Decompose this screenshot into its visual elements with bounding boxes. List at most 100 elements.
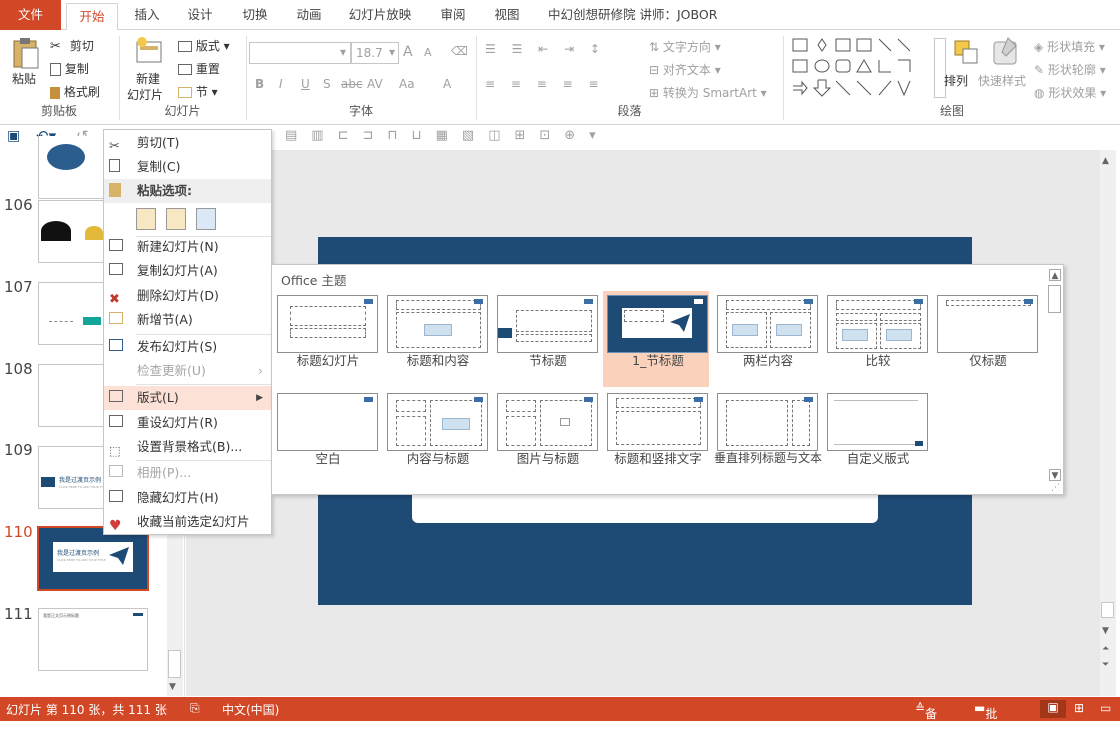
menu-publish-slides[interactable]: 发布幻灯片(S) [104,335,271,359]
gallery-scrollbar[interactable]: ▲ ▼ [1047,267,1063,484]
next-slide-arrow[interactable]: ⏷ [1102,660,1109,670]
grow-font-button[interactable]: A [403,44,413,60]
slide-thumbnail-111[interactable]: 我是正文页示例标题 [38,608,148,671]
tab-insert[interactable]: 插入 [130,0,164,30]
menu-new-slide[interactable]: 新建幻灯片(N) [104,235,271,259]
tab-animations[interactable]: 动画 [292,0,326,30]
paste-dest-theme-icon[interactable] [136,208,156,230]
layout-picture-caption[interactable]: 图片与标题 [493,389,599,485]
align-text-button[interactable]: ⊟ 对齐文本 ▾ [649,61,721,78]
editor-scrollbar[interactable]: ▲ ▼ ⏶ ⏷ [1100,150,1116,696]
scroll-down-arrow[interactable]: ▼ [169,682,176,692]
save-icon[interactable]: ▣ [7,128,20,144]
shapes-scroll[interactable] [934,38,946,98]
layout-title-vertical-text[interactable]: 标题和竖排文字 [603,389,709,485]
spellcheck-icon[interactable]: ⎘ [190,701,200,716]
scroll-thumb[interactable] [1101,602,1114,618]
menu-hide-slide[interactable]: 隐藏幻灯片(H) [104,486,271,510]
layout-custom[interactable]: 自定义版式 [823,389,929,485]
menu-photo-album[interactable]: 相册(P)... [104,461,271,485]
menu-favorite-slide[interactable]: ♥ 收藏当前选定幻灯片 [104,510,271,534]
shape-outline-button[interactable]: ✎ 形状轮廓 ▾ [1034,61,1106,78]
align-buttons[interactable]: ≡ ≡ ≡ ≡ ≡ [485,77,605,91]
tab-view[interactable]: 视图 [492,0,522,30]
menu-delete-slide[interactable]: ✖ 删除幻灯片(D) [104,284,271,308]
menu-cut[interactable]: ✂ 剪切(T) [104,131,271,155]
new-slide-label-line1[interactable]: 新建 [136,70,160,87]
shape-fill-button[interactable]: ◈ 形状填充 ▾ [1034,38,1105,55]
resize-grip-icon[interactable]: ⋰ [1051,483,1060,493]
text-direction-button[interactable]: ⇅ 文字方向 ▾ [649,38,721,55]
notes-button[interactable]: ≙ 备注 [915,701,937,738]
layout-content-caption[interactable]: 内容与标题 [383,389,489,485]
list-buttons[interactable]: ☰ ☰ ⇤ ⇥ ↕ [485,42,606,56]
reset-button[interactable]: 重置 [178,60,220,77]
bold-button[interactable]: B [255,77,264,91]
layout-1-section-header-selected[interactable]: 1_节标题 [603,291,709,387]
quick-styles-icon[interactable] [990,36,1020,68]
format-painter-button[interactable]: 格式刷 [50,83,100,100]
comments-button[interactable]: ▬ 批注 [974,701,997,738]
scroll-down-arrow[interactable]: ▼ [1049,469,1061,481]
arrange-button[interactable]: 排列 [944,72,968,89]
layout-button[interactable]: 版式 ▾ [178,37,230,54]
new-slide-label-line2[interactable]: 幻灯片 [127,86,163,103]
paste-picture-icon[interactable] [196,208,216,230]
menu-check-updates[interactable]: 检查更新(U) › [104,359,271,383]
paste-icon[interactable] [12,36,40,70]
font-color-button[interactable]: A [443,77,451,91]
layout-blank[interactable]: 空白 [273,389,379,485]
sorter-view-icon[interactable]: ⊞ [1074,701,1084,715]
paste-button[interactable]: 粘贴 [12,70,36,87]
layout-title-only[interactable]: 仅标题 [933,291,1039,387]
smartart-button[interactable]: ⊞ 转换为 SmartArt ▾ [649,84,767,101]
layout-section-header[interactable]: 节标题 [493,291,599,387]
layout-title-slide[interactable]: 标题幻灯片 [273,291,379,387]
underline-button[interactable]: U [301,77,310,91]
italic-button[interactable]: I [279,77,283,91]
font-name-box[interactable]: ▾ [249,42,351,64]
quick-styles-button[interactable]: 快速样式 [978,72,1026,89]
slide-thumbnail-110-selected[interactable]: 我是过渡页示例 CLICK HERE TO ADD YOUR TITLE [37,526,149,591]
menu-format-background[interactable]: ⬚ 设置背景格式(B)... [104,435,271,459]
tab-file[interactable]: 文件 [0,0,61,30]
scroll-up-arrow[interactable]: ▲ [1049,269,1061,281]
language-indicator[interactable]: 中文(中国) [222,701,279,718]
shrink-font-button[interactable]: A [424,46,432,59]
normal-view-icon[interactable]: ▣ [1040,700,1066,718]
scroll-up-arrow[interactable]: ▲ [1102,156,1109,166]
layout-comparison[interactable]: 比较 [823,291,929,387]
strikethrough-button[interactable]: abc [341,77,363,91]
clear-format-icon[interactable]: ⌫ [451,44,468,58]
cut-button[interactable]: ✂ 剪切 [50,37,94,55]
scroll-thumb[interactable] [1048,285,1061,313]
section-button[interactable]: 节 ▾ [178,83,218,100]
tab-home[interactable]: 开始 [66,3,118,31]
menu-add-section[interactable]: 新增节(A) [104,308,271,332]
shape-effects-button[interactable]: ◍ 形状效果 ▾ [1034,84,1106,101]
tab-review[interactable]: 审阅 [438,0,468,30]
layout-vertical-title-text[interactable]: 垂直排列标题与文本 [713,389,822,485]
prev-slide-arrow[interactable]: ⏶ [1102,644,1109,654]
copy-button[interactable]: 复制 [50,60,89,77]
tab-design[interactable]: 设计 [183,0,217,30]
scroll-thumb[interactable] [168,650,181,678]
tab-transitions[interactable]: 切换 [238,0,272,30]
shadow-button[interactable]: S [323,77,331,91]
font-size-box[interactable]: 18.7 ▾ [351,42,399,64]
shapes-gallery[interactable] [790,36,930,100]
menu-reset-slide[interactable]: 重设幻灯片(R) [104,411,271,435]
char-spacing-button[interactable]: AV [367,77,383,91]
menu-layout[interactable]: 版式(L) ▶ [104,386,271,410]
reading-view-icon[interactable]: ▭ [1100,701,1111,715]
scroll-down-arrow[interactable]: ▼ [1102,626,1109,636]
menu-copy[interactable]: 复制(C) [104,155,271,179]
tab-slideshow[interactable]: 幻灯片放映 [347,0,413,30]
arrange-icon[interactable] [952,38,982,68]
menu-duplicate-slide[interactable]: 复制幻灯片(A) [104,259,271,283]
paste-keep-format-icon[interactable] [166,208,186,230]
layout-two-content[interactable]: 两栏内容 [713,291,819,387]
change-case-button[interactable]: Aa [399,77,415,91]
layout-title-content[interactable]: 标题和内容 [383,291,489,387]
align-toolbar-icons[interactable]: ▤▥⊏⊐⊓⊔▦▧◫⊞⊡⊕▾ [285,128,610,143]
